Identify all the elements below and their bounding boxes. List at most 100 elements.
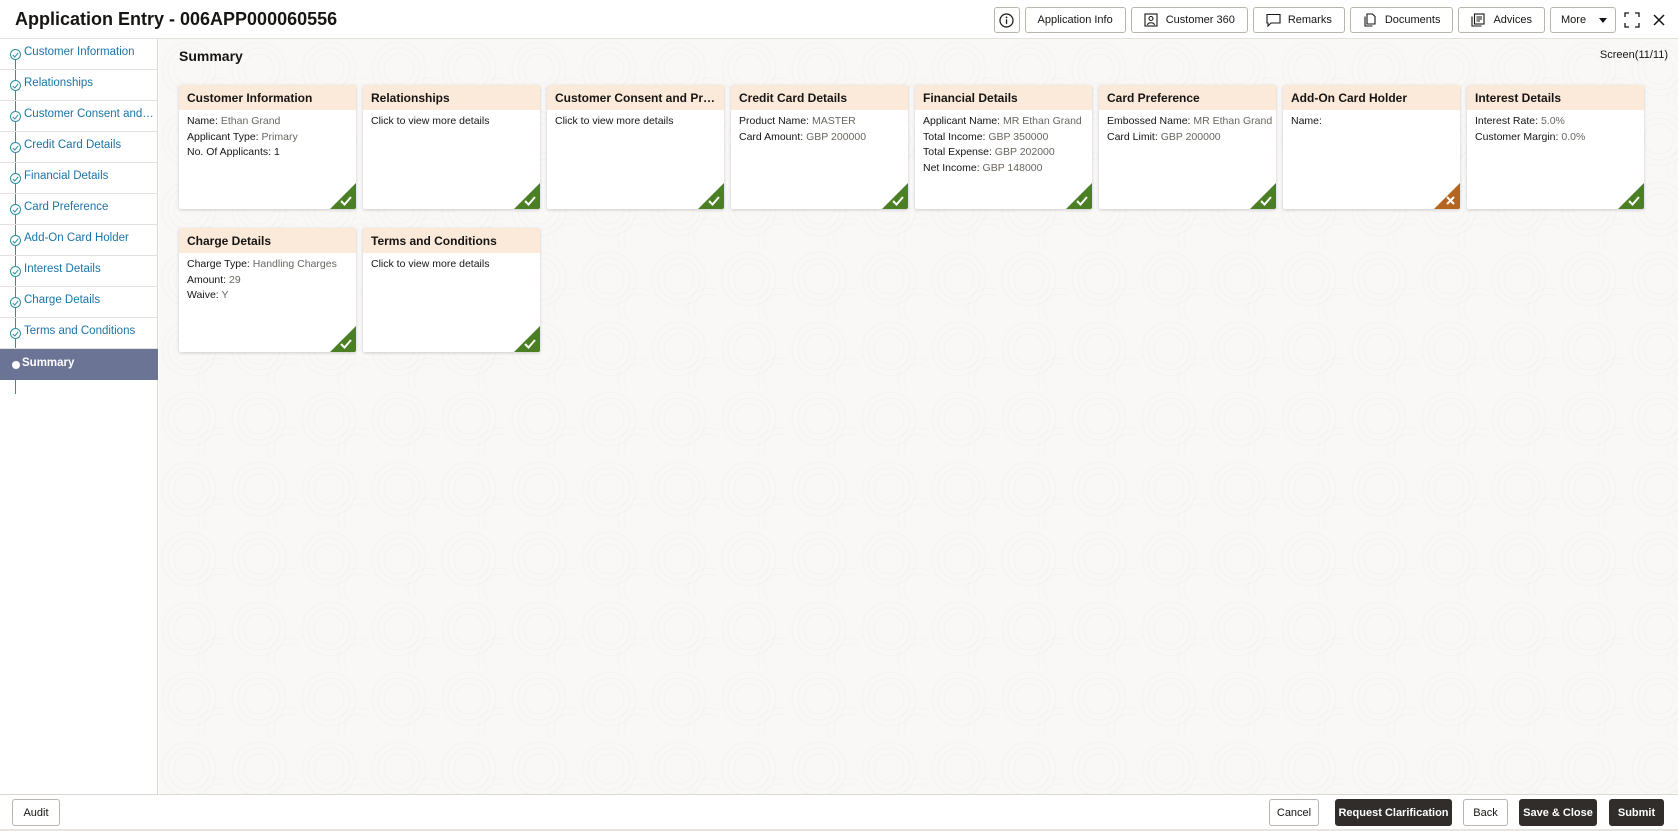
request-clarification-button[interactable]: Request Clarification [1335,799,1452,826]
more-label: More [1561,14,1587,26]
sidebar-item-financial-details[interactable]: Financial Details [0,163,158,194]
card-body: Click to view more details [363,253,540,277]
card-detail-value: MR Ethan Grand [1002,115,1082,127]
card-detail-label: Charge Type: [187,258,253,270]
card-detail-line: Click to view more details [371,114,532,130]
card-detail-value: 29 [229,273,241,286]
submit-button[interactable]: Submit [1609,799,1664,826]
summary-card[interactable]: Financial Details Applicant Name: MR Etha… [915,85,1092,209]
advices-button[interactable]: Advices [1458,7,1545,33]
advices-label: Advices [1493,14,1532,26]
summary-card[interactable]: Customer Information Name: Ethan Grand App… [179,85,356,209]
card-body: Click to view more details [363,110,540,134]
card-title: Customer Consent and Pref... [547,85,724,110]
card-detail-label: Name: [187,115,221,127]
card-detail-value: GBP 200000 [1160,130,1221,143]
checkmark-icon [882,183,908,209]
card-detail-value: GBP 350000 [988,130,1049,143]
step-complete-icon [10,49,21,60]
cancel-button[interactable]: Cancel [1269,799,1319,826]
documents-button[interactable]: Documents [1349,7,1454,33]
card-title: Relationships [363,85,540,110]
sidebar-item-label: Add-On Card Holder [24,232,129,244]
sidebar-item-label: Summary [22,357,75,369]
sidebar-item-customer-information[interactable]: Customer Information [0,39,158,70]
card-detail-line: Waive: Y [187,288,348,304]
card-detail-line: Product Name: MASTER [739,114,900,130]
card-detail-line: Click to view more details [371,257,532,273]
card-detail-line: Card Limit: GBP 200000 [1107,130,1268,146]
card-body: Embossed Name: MR Ethan Grand Card Limit:… [1099,110,1276,149]
card-detail-label: Click to view more details [371,258,490,270]
card-title: Financial Details [915,85,1092,110]
card-detail-line: Name: [1291,114,1452,130]
summary-card[interactable]: Charge Details Charge Type: Handling Char… [179,228,356,352]
card-detail-value: Y [221,289,229,301]
step-complete-icon [10,297,21,308]
back-button[interactable]: Back [1463,799,1508,826]
sidebar-item-label: Charge Details [24,294,101,306]
step-complete-icon [10,235,21,246]
card-detail-label: Name: [1291,115,1322,127]
summary-card[interactable]: Terms and Conditions Click to view more d… [363,228,540,352]
footer-bar: Audit Cancel Request Clarification Back … [0,794,1678,831]
card-detail-label: Amount: [187,273,230,286]
summary-card[interactable]: Add-On Card Holder Name: [1283,85,1460,209]
sidebar-item-label: Financial Details [24,170,109,182]
info-button[interactable] [993,7,1020,33]
info-icon [999,12,1014,28]
more-dropdown[interactable]: More [1550,7,1616,33]
card-detail-line: No. Of Applicants: 1 [187,145,348,161]
sidebar-item-interest-details[interactable]: Interest Details [0,256,158,287]
summary-card[interactable]: Credit Card Details Product Name: MASTER C… [731,85,908,209]
application-info-button[interactable]: Application Info [1024,7,1126,33]
card-detail-label: Click to view more details [555,115,674,127]
card-title: Add-On Card Holder [1283,85,1460,110]
sidebar-item-relationships[interactable]: Relationships [0,70,158,101]
card-detail-line: Total Income: GBP 350000 [923,130,1084,146]
sidebar-item-label: Relationships [24,77,94,89]
sidebar-item-add-on-card-holder[interactable]: Add-On Card Holder [0,225,158,256]
comment-icon [1266,13,1281,27]
summary-card[interactable]: Interest Details Interest Rate: 5.0% Custo… [1467,85,1644,209]
checkmark-icon [698,183,724,209]
sidebar-item-summary[interactable]: Summary [0,349,158,380]
card-detail-line: Card Amount: GBP 200000 [739,130,900,146]
sidebar-item-charge-details[interactable]: Charge Details [0,287,158,318]
sidebar-item-card-preference[interactable]: Card Preference [0,194,158,225]
card-detail-value: Handling Charges [252,258,337,270]
save-close-button[interactable]: Save & Close [1519,799,1597,826]
screen-counter: Screen(11/11) [1599,49,1668,61]
expand-button[interactable] [1621,7,1643,33]
customer-360-button[interactable]: Customer 360 [1130,7,1248,33]
card-body: Charge Type: Handling Charges Amount: 29 W… [179,253,356,308]
card-detail-label: Interest Rate: [1475,115,1541,127]
sidebar-item-customer-consent-and-preferences[interactable]: Customer Consent and Preferences [0,101,158,132]
checkmark-icon [1066,183,1092,209]
sidebar-item-terms-and-conditions[interactable]: Terms and Conditions [0,318,158,349]
documents-icon [1363,13,1378,27]
summary-card[interactable]: Relationships Click to view more details [363,85,540,209]
card-body: Click to view more details [547,110,724,134]
card-body: Name: [1283,110,1460,134]
sidebar-item-label: Credit Card Details [24,139,122,151]
card-detail-label: Product Name: [739,115,812,127]
step-complete-icon [10,111,21,122]
card-detail-line: Click to view more details [555,114,716,130]
summary-card[interactable]: Card Preference Embossed Name: MR Ethan G… [1099,85,1276,209]
card-detail-label: Embossed Name: [1107,115,1194,127]
summary-card[interactable]: Customer Consent and Pref... Click to vie… [547,85,724,209]
header-actions: Application Info Customer 360 Remarks Do… [993,7,1671,33]
sidebar-item-credit-card-details[interactable]: Credit Card Details [0,132,158,163]
remarks-label: Remarks [1287,14,1332,26]
page-title: Application Entry - 006APP000060556 [15,9,338,29]
sidebar-item-label: Interest Details [24,263,101,275]
card-body: Interest Rate: 5.0% Customer Margin: 0.0% [1467,110,1644,149]
sidebar-item-label: Card Preference [24,201,109,213]
step-complete-icon [10,142,21,153]
remarks-button[interactable]: Remarks [1252,7,1345,33]
audit-button[interactable]: Audit [12,799,60,826]
card-title: Interest Details [1467,85,1644,110]
card-detail-label: Total Income: [923,130,989,143]
close-button[interactable] [1648,7,1670,33]
